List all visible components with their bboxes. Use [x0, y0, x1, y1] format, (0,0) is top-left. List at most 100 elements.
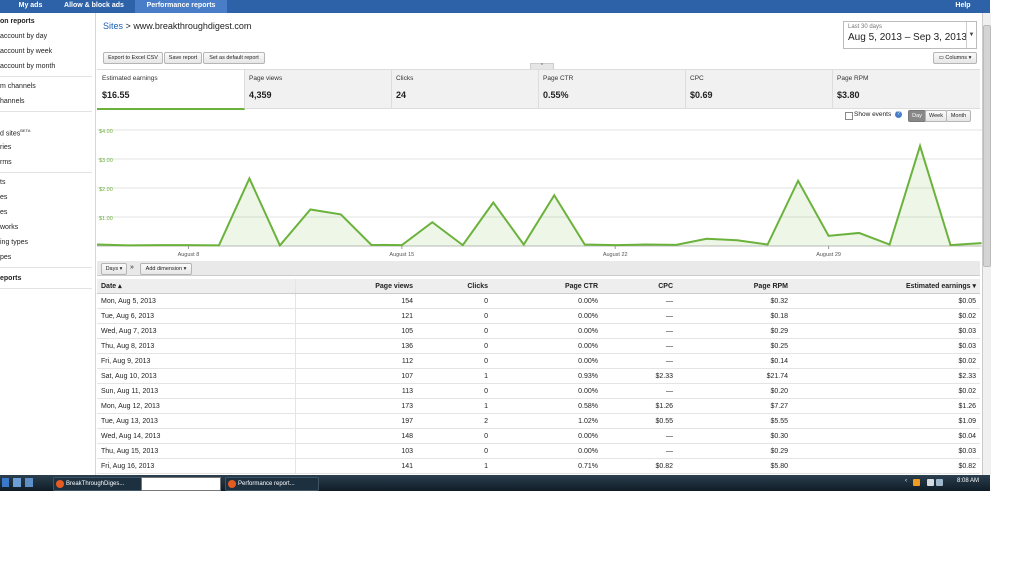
y-tick-label: $2.00 — [99, 187, 113, 193]
chevron-down-icon[interactable]: ▼ — [966, 22, 976, 48]
scrollbar-thumb[interactable] — [983, 25, 991, 267]
tray-network-icon[interactable] — [927, 479, 934, 486]
cell-page-ctr: 0.93% — [492, 368, 602, 384]
col-header-page-ctr[interactable]: Page CTR — [492, 279, 602, 294]
data-point — [888, 243, 891, 246]
col-header-page-rpm[interactable]: Page RPM — [677, 279, 792, 294]
table-row: Sun, Aug 11, 2013 113 0 0.00% — $0.20 $0.02 — [97, 383, 980, 399]
show-events-checkbox[interactable] — [845, 112, 853, 120]
taskbar-item-performance[interactable]: Performance report... — [225, 477, 319, 491]
start-icon[interactable] — [2, 478, 9, 487]
sidebar-item-account-by-month[interactable]: account by month — [0, 63, 55, 70]
tray-expand-icon[interactable]: ‹ — [905, 478, 907, 484]
tray-app-icon[interactable] — [913, 479, 920, 486]
report-table: Date ▴ Page views Clicks Page CTR CPC Pa… — [97, 279, 980, 474]
sidebar-item-saved-reports[interactable]: eports — [0, 275, 21, 282]
metric-page-ctr[interactable]: Page CTR 0.55% — [538, 70, 686, 108]
save-report-button[interactable]: Save report — [164, 52, 202, 64]
clock[interactable]: 8:08 AM — [957, 478, 979, 484]
desktop-icon[interactable] — [13, 478, 21, 487]
sidebar-item-countries[interactable]: ries — [0, 144, 11, 151]
breadcrumb-site-name: www.breakthroughdigest.com — [133, 21, 252, 31]
days-label: Days — [105, 266, 119, 272]
metric-page-views[interactable]: Page views 4,359 — [244, 70, 392, 108]
tab-help[interactable]: Help — [946, 0, 980, 13]
metric-clicks[interactable]: Clicks 24 — [391, 70, 539, 108]
breadcrumb-sites-link[interactable]: Sites — [103, 21, 123, 31]
cell-cpc: $0.82 — [602, 458, 677, 474]
sidebar-item-platforms[interactable]: rms — [0, 159, 12, 166]
columns-label: Columns — [945, 55, 968, 61]
data-point — [492, 201, 495, 204]
cell-page-rpm: $7.27 — [677, 398, 792, 414]
cell-date: Fri, Aug 9, 2013 — [97, 353, 296, 369]
metric-value: $0.69 — [690, 90, 713, 100]
sidebar-item-common-reports[interactable]: on reports — [0, 18, 35, 25]
data-point — [309, 208, 312, 211]
metric-page-rpm[interactable]: Page RPM $3.80 — [832, 70, 980, 108]
data-point — [157, 244, 159, 246]
table-toolbar: Days ▾ » Add dimension ▾ — [97, 261, 980, 276]
tray-volume-icon[interactable] — [936, 479, 943, 486]
cell-estimated-earnings: $0.03 — [792, 323, 980, 339]
cell-date: Tue, Aug 6, 2013 — [97, 308, 296, 324]
day-toggle[interactable]: Day — [908, 110, 926, 122]
col-header-estimated-earnings[interactable]: Estimated earnings ▾ — [792, 279, 980, 294]
sidebar-item-account-by-week[interactable]: account by week — [0, 48, 52, 55]
taskbar-item-browser[interactable]: BreakThroughDiges... — [53, 477, 147, 491]
set-default-report-button[interactable]: Set as default report — [203, 52, 265, 64]
data-point — [218, 244, 220, 247]
sidebar-item-url-channels[interactable]: hannels — [0, 98, 25, 105]
breadcrumb: Sites > www.breakthroughdigest.com — [103, 21, 251, 31]
sidebar-item-custom-channels[interactable]: m channels — [0, 83, 36, 90]
month-toggle[interactable]: Month — [946, 110, 971, 122]
tab-my-ads[interactable]: My ads — [8, 0, 53, 13]
cell-estimated-earnings: $0.03 — [792, 443, 980, 459]
taskbar-search-box[interactable] — [141, 477, 221, 491]
cell-clicks: 1 — [417, 398, 492, 414]
tab-performance-reports[interactable]: Performance reports — [135, 0, 227, 13]
cell-page-views: 148 — [295, 428, 417, 444]
cell-estimated-earnings: $0.82 — [792, 458, 980, 474]
cell-clicks: 0 — [417, 428, 492, 444]
sidebar-item-label: d sites — [0, 130, 21, 138]
days-dropdown[interactable]: Days ▾ — [101, 263, 127, 275]
sidebar-item-targeted-sites[interactable]: d sitesBETA — [0, 128, 30, 137]
data-point — [126, 244, 129, 247]
switch-windows-icon[interactable] — [25, 478, 33, 487]
metric-cpc[interactable]: CPC $0.69 — [685, 70, 833, 108]
week-toggle[interactable]: Week — [925, 110, 947, 122]
sidebar-item-account-by-day[interactable]: account by day — [0, 33, 47, 40]
double-chevron-icon: » — [130, 264, 134, 271]
col-header-date[interactable]: Date ▴ — [97, 279, 296, 294]
cell-clicks: 0 — [417, 338, 492, 354]
sort-arrow-icon: ▾ — [972, 283, 976, 290]
sidebar-item-bid-types[interactable]: pes — [0, 254, 11, 261]
columns-button[interactable]: ▭ Columns ▾ — [933, 52, 977, 64]
col-header-page-views[interactable]: Page views — [295, 279, 417, 294]
col-header-clicks[interactable]: Clicks — [417, 279, 492, 294]
cell-page-ctr: 0.71% — [492, 458, 602, 474]
cell-page-rpm: $21.74 — [677, 368, 792, 384]
sidebar-item-ad-types[interactable]: es — [0, 209, 7, 216]
table-row: Thu, Aug 15, 2013 103 0 0.00% — $0.29 $0.03 — [97, 443, 980, 459]
add-dimension-dropdown[interactable]: Add dimension ▾ — [140, 263, 192, 275]
cell-date: Mon, Aug 12, 2013 — [97, 398, 296, 414]
cell-estimated-earnings: $1.09 — [792, 413, 980, 429]
metric-estimated-earnings[interactable]: Estimated earnings $16.55 — [97, 70, 245, 110]
sidebar-item-ad-networks[interactable]: works — [0, 224, 18, 231]
sidebar-divider — [0, 267, 92, 268]
sidebar-item-ad-sizes[interactable]: es — [0, 194, 7, 201]
sidebar-item-targeting-types[interactable]: ing types — [0, 239, 28, 246]
firefox-icon — [228, 480, 236, 488]
export-csv-button[interactable]: Export to Excel CSV — [103, 52, 163, 64]
sort-arrow-icon: ▴ — [118, 283, 122, 290]
cell-date: Fri, Aug 16, 2013 — [97, 458, 296, 474]
help-icon[interactable]: ? — [895, 111, 902, 118]
col-header-cpc[interactable]: CPC — [602, 279, 677, 294]
cell-cpc: — — [602, 293, 677, 309]
sidebar-item-ad-units[interactable]: ts — [0, 179, 5, 186]
tab-allow-block-ads[interactable]: Allow & block ads — [58, 0, 130, 13]
date-range-picker[interactable]: Last 30 days Aug 5, 2013 – Sep 3, 2013 ▼ — [843, 21, 977, 49]
cell-cpc: — — [602, 338, 677, 354]
